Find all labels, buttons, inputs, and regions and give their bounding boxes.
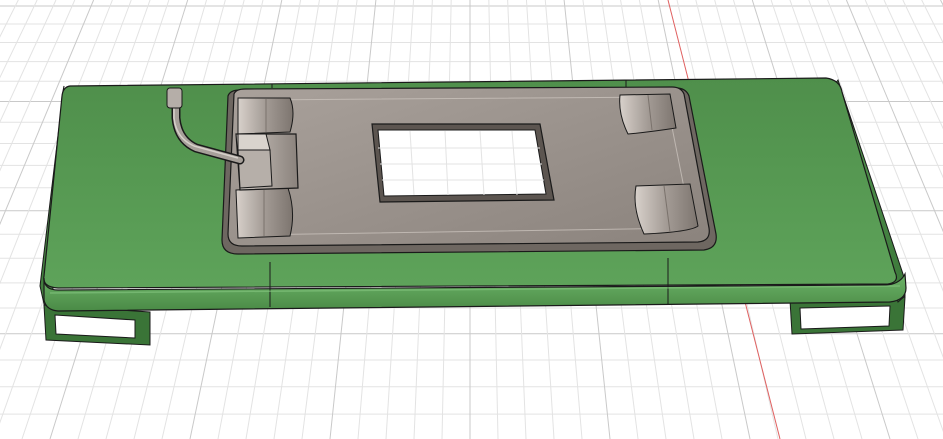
plate-pocket-top-right [619, 93, 677, 135]
wire-tip [166, 87, 183, 109]
plate-body[interactable] [221, 86, 717, 255]
base-right-foot-slot [799, 305, 891, 330]
plate-clip-top [237, 133, 271, 151]
scene-canvas[interactable] [0, 0, 943, 439]
grid-line-vertical [0, 0, 38, 79]
grid-line-vertical [921, 0, 943, 44]
grid-line-vertical [0, 0, 19, 38]
plate-clip-face [237, 149, 273, 189]
plate-window-cutout [377, 129, 547, 197]
3d-viewport[interactable] [0, 0, 943, 439]
